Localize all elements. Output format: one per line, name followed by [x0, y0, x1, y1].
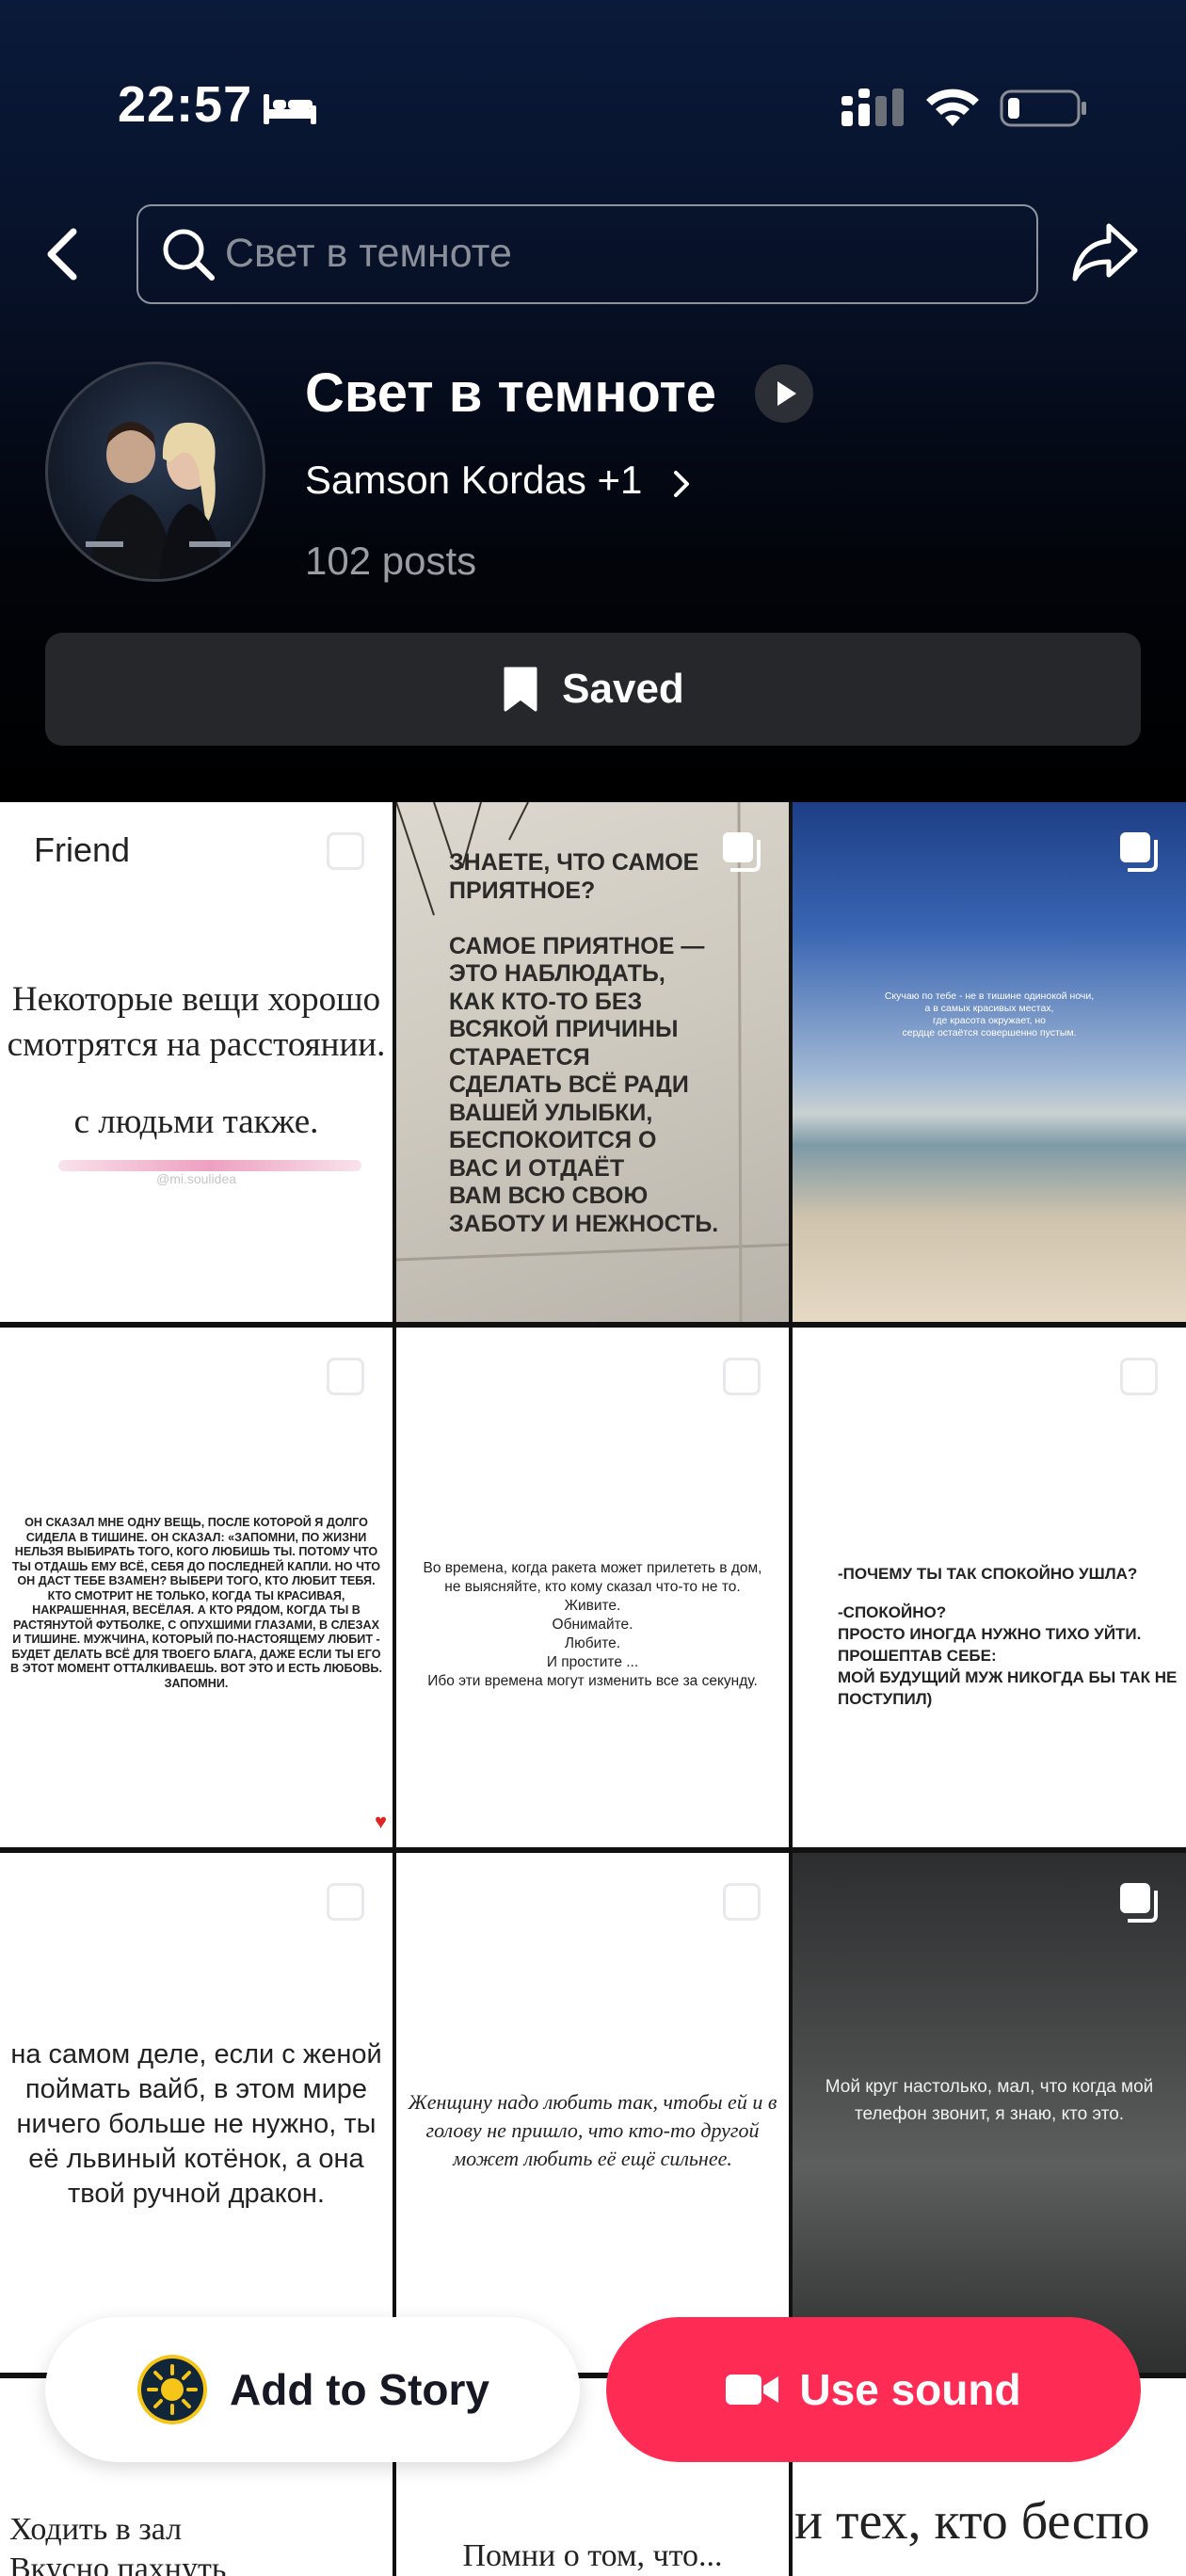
search-placeholder: Свет в темноте [225, 231, 512, 276]
tile-text-block: на самом деле, если с женой поймать вайб,… [10, 2039, 382, 2209]
friend-badge: Friend [19, 825, 146, 876]
tile-caption: Некоторые вещи хорошо [11, 980, 381, 1019]
video-tile[interactable]: ЗНАЕТЕ, ЧТО САМОЕ ПРИЯТНОЕ? САМОЕ ПРИЯТНО… [396, 802, 789, 1322]
saved-button[interactable]: Saved [45, 633, 1141, 746]
tile-text-block: Ходить в зал Вкусно пахнуть [9, 2512, 227, 2576]
tile-text-block: ЗНАЕТЕ, ЧТО САМОЕ ПРИЯТНОЕ? САМОЕ ПРИЯТНО… [449, 849, 719, 1237]
multi-photo-icon [327, 832, 364, 870]
video-tile[interactable]: на самом деле, если с женой поймать вайб,… [0, 1853, 393, 2373]
chevron-right-icon [674, 471, 689, 497]
battery-icon [1000, 89, 1086, 127]
tile-text-block: Во времена, когда ракета может прилететь… [423, 1560, 762, 1689]
video-tile[interactable]: Мой круг настолько, мал, что когда мой те… [793, 1853, 1186, 2373]
tile-caption: Помни о том, что... [462, 2538, 723, 2573]
heart-icon: ♥ [375, 1810, 388, 1833]
tile-caption: с людьми также. [73, 1103, 319, 1141]
pink-underline [58, 1160, 361, 1171]
sleep-focus-icon [264, 94, 316, 124]
multi-photo-icon [723, 1883, 761, 1921]
posts-count: 102 posts [305, 539, 477, 583]
video-tile[interactable]: Friend Некоторые вещи хорошо смотрятся н… [0, 802, 393, 1322]
multi-photo-icon [1120, 832, 1158, 872]
sound-cover-avatar[interactable] [45, 362, 265, 582]
bookmark-icon [504, 667, 537, 712]
video-tile[interactable]: Во времена, когда ракета может прилететь… [396, 1328, 789, 1847]
wifi-icon [926, 89, 979, 126]
share-icon[interactable] [1071, 220, 1139, 282]
video-tile[interactable]: Женщину надо любить так, чтобы ей и в гол… [396, 1853, 789, 2373]
multi-photo-icon [1120, 1883, 1158, 1923]
posts-grid: Friend Некоторые вещи хорошо смотрятся н… [0, 802, 1186, 2576]
multi-photo-icon [327, 1883, 364, 1921]
artist-link[interactable]: Samson Kordas +1 [305, 458, 642, 503]
multi-photo-icon [1120, 1358, 1158, 1395]
cellular-signal-icon [841, 89, 904, 126]
video-tile[interactable]: -ПОЧЕМУ ТЫ ТАК СПОКОЙНО УШЛА? -СПОКОЙНО? … [793, 1328, 1186, 1847]
tile-text-block: Скучаю по тебе - не в тишине одинокой но… [884, 990, 1095, 1038]
saved-label: Saved [562, 666, 684, 712]
video-tile[interactable]: Скучаю по тебе - не в тишине одинокой но… [793, 802, 1186, 1322]
add-to-story-label: Add to Story [230, 2365, 489, 2414]
use-sound-button[interactable]: Use sound [606, 2317, 1141, 2462]
use-sound-label: Use sound [799, 2365, 1021, 2414]
tile-text-block: Женщину надо любить так, чтобы ей и в гол… [408, 2090, 777, 2170]
video-camera-icon [726, 2375, 779, 2405]
tile-caption: и тех, кто беспо [794, 2492, 1150, 2551]
tile-caption: смотрятся на расстоянии. [7, 1025, 386, 1064]
add-to-story-button[interactable]: Add to Story [45, 2317, 580, 2462]
search-icon [163, 229, 215, 281]
play-icon [777, 381, 796, 406]
story-ring-icon [137, 2355, 207, 2424]
play-preview-button[interactable] [755, 364, 813, 423]
multi-photo-icon [723, 1358, 761, 1395]
video-tile[interactable]: ОН СКАЗАЛ МНЕ ОДНУ ВЕЩЬ, ПОСЛЕ КОТОРОЙ Я… [0, 1328, 393, 1847]
tile-text-block: Мой круг настолько, мал, что когда мой те… [825, 2077, 1154, 2124]
couple-photo-icon [86, 422, 231, 579]
sound-page: 22:57 Свет в темноте Свет в темноте Sams… [0, 0, 1186, 2576]
multi-photo-icon [327, 1358, 364, 1395]
back-chevron-icon[interactable] [40, 222, 83, 286]
search-input[interactable]: Свет в темноте [136, 204, 1038, 304]
status-time: 22:57 [118, 76, 253, 133]
sound-title: Свет в темноте [305, 362, 717, 424]
tile-text-block: ОН СКАЗАЛ МНЕ ОДНУ ВЕЩЬ, ПОСЛЕ КОТОРОЙ Я… [10, 1516, 382, 1690]
watermark: @mi.soulidea [155, 1171, 237, 1186]
tile-text-block: -ПОЧЕМУ ТЫ ТАК СПОКОЙНО УШЛА? -СПОКОЙНО? … [838, 1565, 1178, 1708]
